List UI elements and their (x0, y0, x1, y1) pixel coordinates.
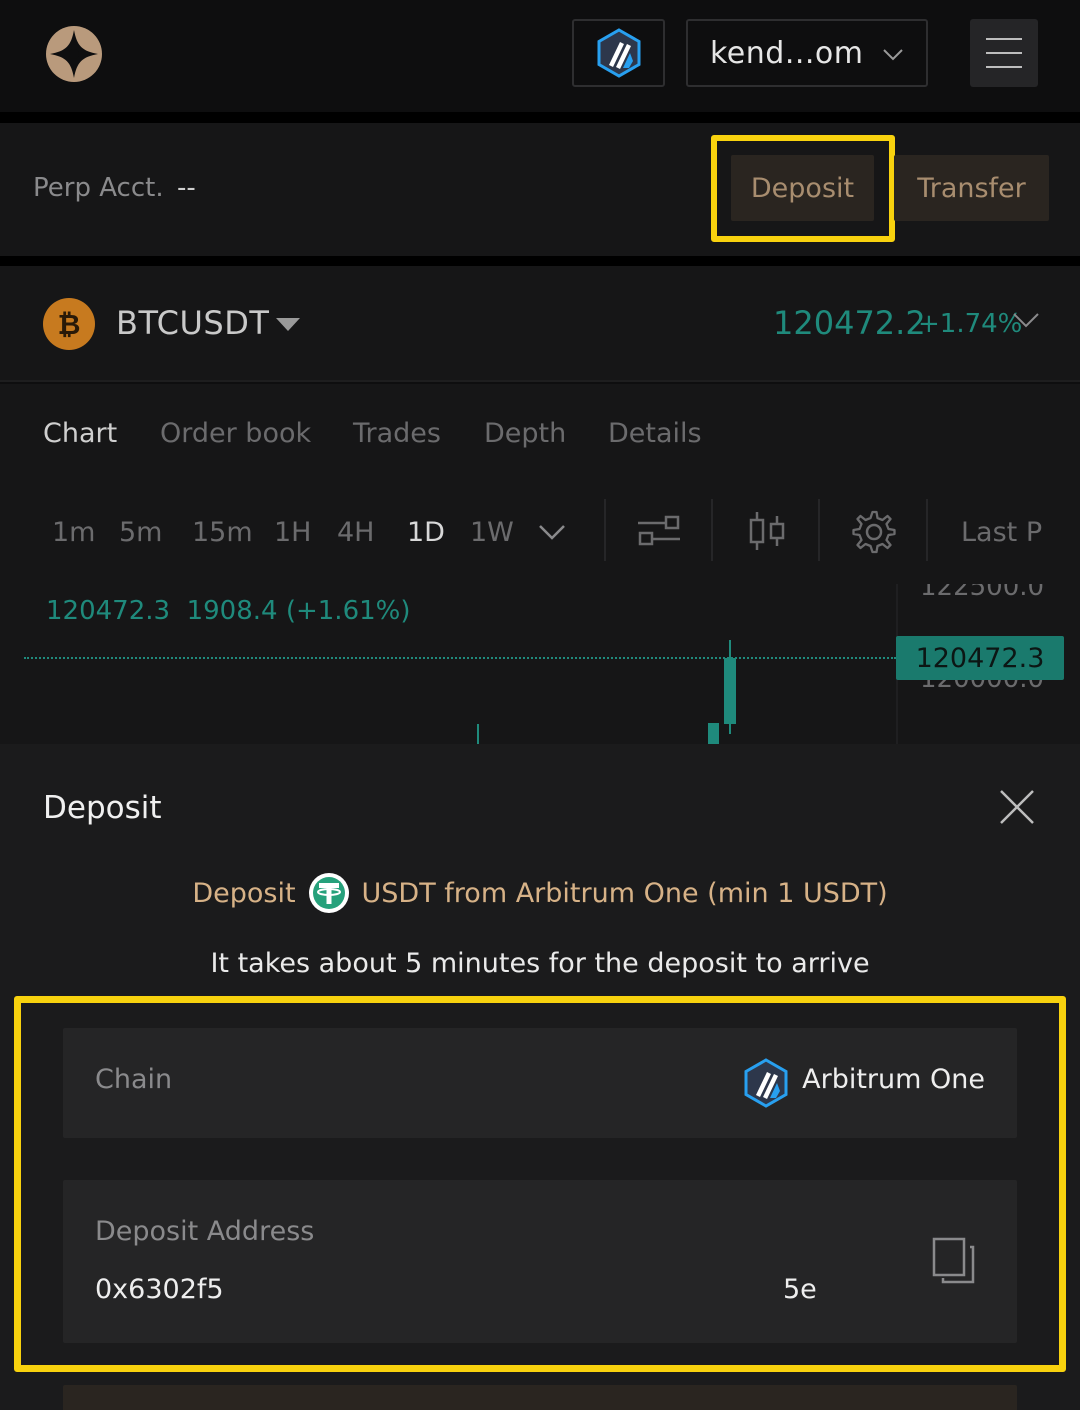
network-selector-button[interactable] (572, 19, 665, 87)
chart-toolbar: 1m 5m 15m 1H 4H 1D 1W Last P (0, 484, 1080, 584)
logo-icon[interactable] (44, 24, 104, 84)
interval-5m[interactable]: 5m (119, 517, 162, 548)
account-label: kend...om (710, 35, 864, 71)
tab-trades[interactable]: Trades (353, 418, 441, 449)
toolbar-divider (604, 499, 606, 561)
bitcoin-icon: ₿ (43, 298, 95, 350)
deposit-eta: It takes about 5 minutes for the deposit… (210, 948, 870, 979)
market-tabs: Chart Order book Trades Depth Details (0, 384, 1080, 484)
interval-1m[interactable]: 1m (52, 517, 95, 548)
interval-1h[interactable]: 1H (274, 517, 311, 548)
axis-tick: 122500.0 (920, 584, 1045, 602)
gear-icon[interactable] (852, 510, 896, 554)
candle-body (724, 658, 736, 724)
account-selector-button[interactable]: kend...om (686, 19, 928, 87)
pair-header: ₿ BTCUSDT 120472.2 +1.74% (0, 266, 1080, 382)
svg-text:₿: ₿ (58, 308, 81, 341)
deposit-info-text: USDT from Arbitrum One (min 1 USDT) (361, 877, 888, 909)
interval-1d[interactable]: 1D (407, 517, 445, 548)
tab-order-book[interactable]: Order book (160, 418, 311, 449)
deposit-sheet: Deposit Deposit USDT from Arbitrum One (… (0, 744, 1080, 1410)
toolbar-divider (818, 499, 820, 561)
perp-account-bar: Perp Acct. -- Deposit Transfer (0, 123, 1080, 256)
interval-1w[interactable]: 1W (470, 517, 514, 548)
arbitrum-icon (597, 28, 640, 78)
price-type-selector[interactable]: Last P (961, 517, 1042, 548)
divider (0, 112, 1080, 123)
deposit-button-highlight (711, 135, 895, 242)
menu-icon (986, 38, 1022, 40)
tether-icon (308, 873, 349, 913)
address-highlight (14, 996, 1066, 1372)
transfer-button[interactable]: Transfer (894, 155, 1049, 221)
candles (477, 640, 736, 744)
caret-down-icon[interactable] (276, 318, 300, 331)
menu-button[interactable] (970, 19, 1038, 87)
tab-depth[interactable]: Depth (484, 418, 566, 449)
interval-4h[interactable]: 4H (337, 517, 374, 548)
perp-account-value: -- (177, 173, 196, 203)
candle-body (708, 723, 719, 744)
pair-price: 120472.2 (773, 304, 926, 342)
pair-change: +1.74% (918, 309, 1023, 339)
deposit-info-prefix: Deposit (192, 877, 296, 909)
divider (0, 256, 1080, 266)
tab-chart[interactable]: Chart (43, 418, 117, 449)
candlestick-icon[interactable] (748, 510, 786, 552)
deposit-info: Deposit USDT from Arbitrum One (min 1 US… (0, 872, 1080, 914)
toolbar-divider (711, 499, 713, 561)
top-header: kend...om (0, 0, 1080, 112)
menu-icon-line (986, 66, 1022, 68)
toolbar-divider (926, 499, 928, 561)
last-price-tag: 120472.3 (896, 636, 1064, 680)
perp-account-label: Perp Acct. (33, 173, 164, 203)
tab-details[interactable]: Details (608, 418, 702, 449)
close-icon[interactable] (998, 788, 1036, 826)
sheet-title: Deposit (43, 790, 162, 826)
price-chart[interactable]: 120472.3 1908.4 (+1.61%) 122500.0 120000… (0, 584, 1080, 744)
sheet-action-button[interactable] (63, 1385, 1017, 1410)
chevron-down-icon[interactable] (1012, 310, 1040, 330)
chevron-down-icon (883, 49, 903, 61)
chevron-down-icon[interactable] (538, 522, 566, 542)
pair-symbol[interactable]: BTCUSDT (116, 304, 269, 342)
menu-icon-line (986, 52, 1022, 54)
interval-15m[interactable]: 15m (192, 517, 253, 548)
indicators-icon[interactable] (636, 514, 682, 548)
